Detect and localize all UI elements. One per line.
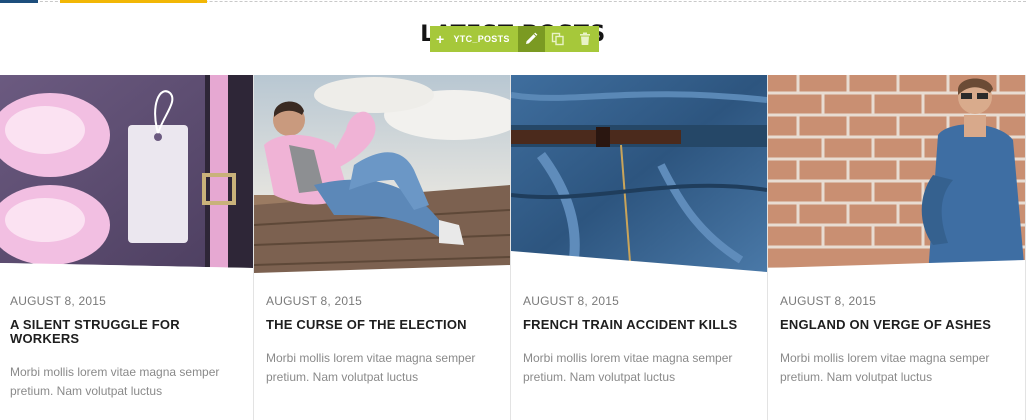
yellow-accent-bar bbox=[60, 0, 207, 3]
trash-icon bbox=[580, 32, 591, 45]
posts-grid: AUGUST 8, 2015 A SILENT STRUGGLE FOR WOR… bbox=[0, 75, 1026, 420]
post-excerpt: Morbi mollis lorem vitae magna semper pr… bbox=[780, 351, 990, 384]
post-card[interactable]: AUGUST 8, 2015 ENGLAND ON VERGE OF ASHES… bbox=[768, 75, 1026, 420]
post-card[interactable]: AUGUST 8, 2015 THE CURSE OF THE ELECTION… bbox=[254, 75, 511, 420]
post-title[interactable]: ENGLAND ON VERGE OF ASHES bbox=[780, 318, 995, 332]
post-card[interactable]: AUGUST 8, 2015 A SILENT STRUGGLE FOR WOR… bbox=[0, 75, 254, 420]
post-image[interactable] bbox=[768, 75, 1025, 275]
post-title[interactable]: THE CURSE OF THE ELECTION bbox=[266, 318, 481, 332]
post-date: AUGUST 8, 2015 bbox=[10, 294, 106, 308]
post-date: AUGUST 8, 2015 bbox=[266, 294, 362, 308]
post-title[interactable]: FRENCH TRAIN ACCIDENT KILLS bbox=[523, 318, 738, 332]
module-edit-toolbar: + YTC_POSTS bbox=[430, 26, 599, 52]
pencil-icon bbox=[526, 32, 538, 44]
post-image[interactable] bbox=[511, 75, 767, 275]
duplicate-module-button[interactable] bbox=[544, 26, 572, 52]
post-date: AUGUST 8, 2015 bbox=[523, 294, 619, 308]
module-label: YTC_POSTS bbox=[453, 34, 510, 44]
post-excerpt: Morbi mollis lorem vitae magna semper pr… bbox=[266, 351, 476, 384]
post-date: AUGUST 8, 2015 bbox=[780, 294, 876, 308]
edit-module-button[interactable] bbox=[517, 26, 545, 52]
module-add-button[interactable]: + YTC_POSTS bbox=[430, 26, 518, 52]
post-image[interactable] bbox=[0, 75, 253, 275]
post-title[interactable]: A SILENT STRUGGLE FOR WORKERS bbox=[10, 318, 225, 346]
copy-icon bbox=[552, 32, 564, 46]
post-excerpt: Morbi mollis lorem vitae magna semper pr… bbox=[523, 351, 733, 384]
post-card[interactable]: AUGUST 8, 2015 FRENCH TRAIN ACCIDENT KIL… bbox=[511, 75, 768, 420]
blue-accent-bar bbox=[0, 0, 38, 3]
plus-icon: + bbox=[436, 31, 445, 47]
post-excerpt: Morbi mollis lorem vitae magna semper pr… bbox=[10, 365, 220, 398]
delete-module-button[interactable] bbox=[571, 26, 599, 52]
post-image[interactable] bbox=[254, 75, 510, 275]
top-progress-line bbox=[0, 0, 1026, 3]
